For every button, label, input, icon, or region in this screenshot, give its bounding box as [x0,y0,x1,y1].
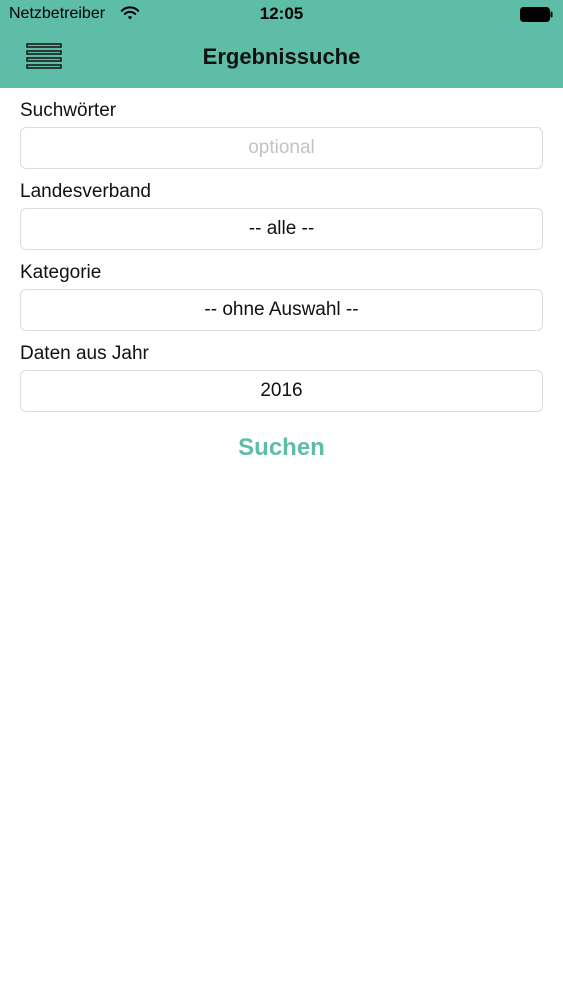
battery-icon [520,7,553,22]
search-form: Suchwörter optional Landesverband -- all… [20,88,543,462]
navigation-bar: Ergebnissuche [0,30,563,88]
keywords-input[interactable]: optional [20,127,543,169]
association-select[interactable]: -- alle -- [20,208,543,250]
status-time: 12:05 [259,4,304,23]
category-select[interactable]: -- ohne Auswahl -- [20,289,543,331]
year-select[interactable]: 2016 [20,370,543,412]
header: Netzbetreiber 12:05 Ergebnissuche [0,0,563,88]
association-label: Landesverband [20,181,151,202]
keywords-label: Suchwörter [20,100,117,121]
app-screen: Netzbetreiber 12:05 Ergebnissuche Suchwö… [0,0,563,1000]
search-button[interactable]: Suchen [20,434,543,462]
year-label: Daten aus Jahr [20,343,149,364]
page-title: Ergebnissuche [202,44,361,69]
category-label: Kategorie [20,262,102,283]
status-bar: Netzbetreiber 12:05 [0,0,563,30]
